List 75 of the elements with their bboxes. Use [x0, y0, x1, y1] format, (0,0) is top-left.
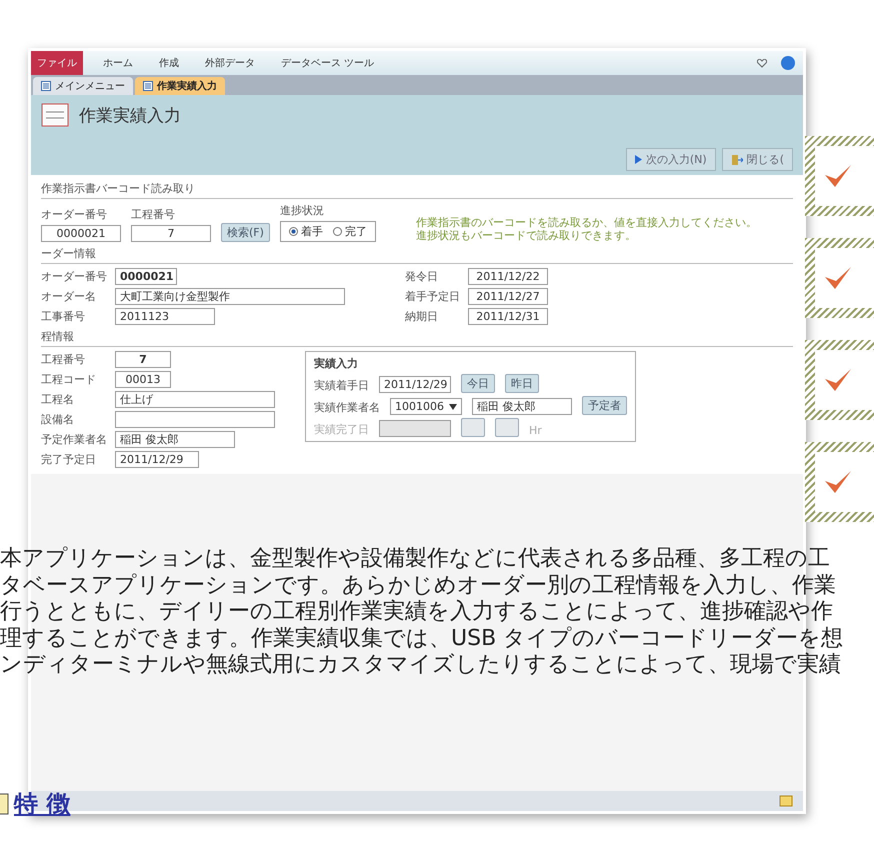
- date-button[interactable]: 昨日: [505, 374, 539, 393]
- unit-label: Hr: [529, 424, 542, 437]
- input-field[interactable]: 00013: [115, 371, 171, 388]
- group-title: 実績入力: [314, 356, 359, 371]
- radio-button[interactable]: 着手: [288, 224, 323, 239]
- ribbon-tab[interactable]: 作成: [153, 51, 185, 75]
- field-label: 工程コード: [41, 372, 97, 387]
- input-field[interactable]: 7: [131, 225, 211, 242]
- input-field[interactable]: 大町工業向け金型製作: [115, 288, 345, 305]
- field-label: 発令日: [405, 269, 439, 284]
- input-field[interactable]: 稲田 俊太郎: [115, 431, 235, 448]
- field-label: 進捗状況: [280, 203, 325, 218]
- date-button[interactable]: 今日: [461, 374, 495, 393]
- input-field[interactable]: 0000021: [115, 268, 177, 285]
- date-button[interactable]: [461, 418, 485, 437]
- checkmark-icon: [823, 265, 853, 291]
- view-icon[interactable]: [779, 795, 793, 807]
- date-button[interactable]: [495, 418, 519, 437]
- ribbon-tab[interactable]: データベース ツール: [275, 51, 380, 75]
- field-label: オーダー番号: [41, 269, 107, 284]
- field-label: 設備名: [41, 412, 75, 427]
- search-button[interactable]: 検索(F): [221, 223, 270, 242]
- field-label: オーダー番号: [41, 207, 108, 222]
- field-label: 工程名: [41, 392, 75, 407]
- input-field[interactable]: 0000021: [41, 225, 121, 242]
- document-tab[interactable]: 作業実績入力: [135, 77, 225, 95]
- list-icon: [143, 81, 153, 91]
- form-title: 作業実績入力: [79, 104, 181, 126]
- date-field[interactable]: 2011/12/27: [468, 288, 548, 305]
- input-field[interactable]: 7: [115, 351, 171, 368]
- header-button[interactable]: 次の入力(N): [626, 148, 716, 171]
- field-label: 着手予定日: [405, 289, 460, 304]
- field-label: 完了予定日: [41, 452, 97, 467]
- checkmark-icon: [823, 469, 853, 495]
- play-icon: [634, 155, 642, 164]
- document-tab[interactable]: メインメニュー: [33, 77, 133, 95]
- section-title: ーダー情報: [41, 246, 793, 264]
- date-field[interactable]: 2011/12/22: [468, 268, 548, 285]
- input-field[interactable]: 2011/12/29: [115, 451, 199, 468]
- date-field[interactable]: 2011/12/31: [468, 308, 548, 325]
- field-label: 実績着手日: [314, 378, 369, 393]
- field-label: 工事番号: [41, 309, 86, 324]
- checkmark-icon: [823, 163, 853, 189]
- heart-icon: [757, 58, 767, 68]
- field-label: 工程番号: [41, 352, 86, 367]
- radio-button[interactable]: 完了: [332, 224, 367, 239]
- section-heading-link[interactable]: 特 徴: [14, 788, 70, 820]
- help-icon[interactable]: [781, 56, 795, 70]
- field-label: 工程番号: [131, 207, 176, 222]
- field-label: 予定作業者名: [41, 432, 107, 447]
- ribbon-tab[interactable]: ホーム: [97, 51, 139, 75]
- planned-button[interactable]: 予定者: [582, 396, 627, 415]
- date-field[interactable]: 2011/12/29: [379, 376, 451, 393]
- header-button[interactable]: 閉じる(: [722, 148, 793, 171]
- field-label: オーダー名: [41, 289, 97, 304]
- input-field[interactable]: 稲田 俊太郎: [472, 398, 572, 415]
- field-label: 実績作業者名: [314, 400, 380, 415]
- instruction-text: 作業指示書のバーコードを読み取るか、値を直接入力してください。 進捗状況もバーコードで読み取りできます。: [416, 216, 757, 242]
- input-field[interactable]: 2011123: [115, 308, 215, 325]
- document-icon: [0, 793, 10, 815]
- checkmark-icon: [823, 367, 853, 393]
- door-icon: [730, 154, 743, 166]
- dropdown-arrow-icon: [449, 404, 457, 410]
- paragraph-text: 本アプリケーションは、金型製作や設備製作などに代表される多品種、多工程の工 タベースアプリケーションです。あらかじめオーダー別の工程情報を入力し、作業 行うとともに、デイリーの工程別作業実績を入力することによって、進捗確認や作 理することができます。作業実績収集では、USB タイプのバーコードリーダーを想 ンディターミナルや無線式用にカスタマイズしたりすることによって、現場で実績: [0, 546, 844, 678]
- ribbon-tab[interactable]: 外部データ: [199, 51, 261, 75]
- field-label: 実績完了日: [314, 422, 369, 437]
- input-field[interactable]: 仕上げ: [115, 391, 275, 408]
- ribbon-tab[interactable]: ファイル: [31, 51, 83, 75]
- field-label: 納期日: [405, 309, 439, 324]
- list-icon: [41, 81, 51, 91]
- section-title: 程情報: [41, 329, 793, 347]
- input-field[interactable]: [115, 411, 275, 428]
- section-title: 作業指示書バーコード読み取り: [41, 181, 793, 199]
- form-icon: [41, 103, 69, 127]
- worker-dropdown[interactable]: 1001006: [390, 398, 462, 415]
